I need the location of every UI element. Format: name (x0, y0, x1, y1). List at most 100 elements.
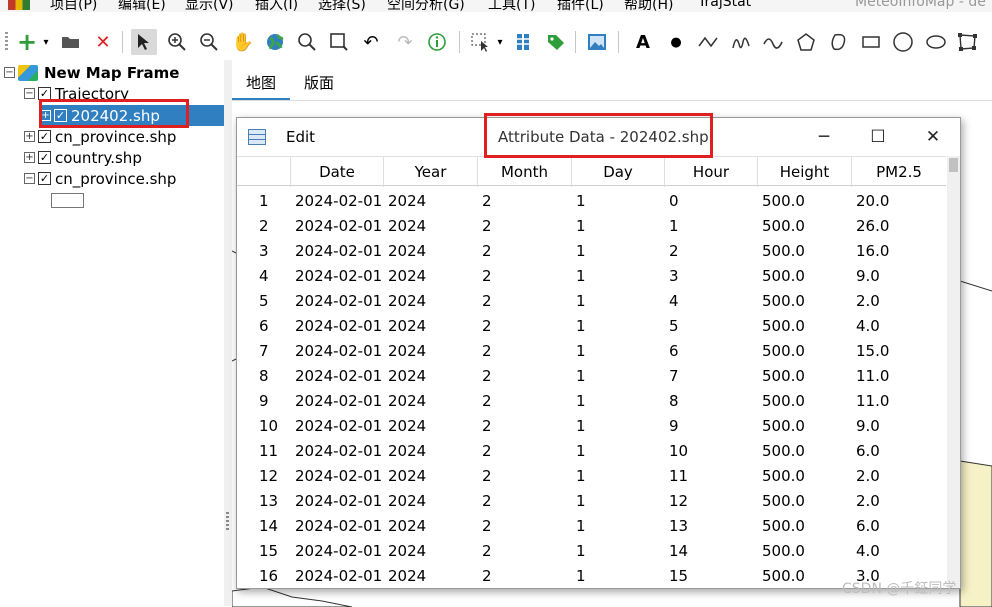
table-cell[interactable]: 2.0 (852, 492, 946, 510)
table-row[interactable]: 14 2024-02-01 2024 2 1 13 500.0 6.0 (237, 513, 946, 538)
table-row[interactable]: 10 2024-02-01 2024 2 1 9 500.0 9.0 (237, 413, 946, 438)
column-header[interactable]: Date (291, 157, 384, 187)
table-cell[interactable]: 500.0 (758, 217, 852, 235)
map-frame-node[interactable]: − New Map Frame (4, 62, 179, 83)
pan-hand-icon[interactable]: ✋ (230, 29, 256, 55)
table-cell[interactable]: 1 (572, 517, 665, 535)
table-cell[interactable]: 1 (572, 567, 665, 585)
ellipse-tool-icon[interactable] (923, 29, 949, 55)
table-cell[interactable]: 11.0 (852, 367, 946, 385)
layer-group-trajectory[interactable]: − ✓ Trajectory (24, 83, 129, 104)
table-cell[interactable]: 2024 (384, 442, 478, 460)
table-cell[interactable]: 2024-02-01 (291, 442, 384, 460)
table-cell[interactable]: 4.0 (852, 317, 946, 335)
table-cell[interactable]: 1 (572, 467, 665, 485)
table-cell[interactable]: 9.0 (852, 267, 946, 285)
table-cell[interactable]: 1 (572, 242, 665, 260)
table-cell[interactable]: 1 (572, 542, 665, 560)
table-row[interactable]: 3 2024-02-01 2024 2 1 2 500.0 16.0 (237, 238, 946, 263)
table-cell[interactable]: 2024-02-01 (291, 267, 384, 285)
table-row[interactable]: 12 2024-02-01 2024 2 1 11 500.0 2.0 (237, 463, 946, 488)
circle-tool-icon[interactable] (890, 29, 916, 55)
table-cell[interactable]: 2 (478, 417, 572, 435)
table-cell[interactable]: 7 (665, 367, 758, 385)
table-cell[interactable]: 2024 (384, 192, 478, 210)
table-cell[interactable]: 14 (665, 542, 758, 560)
table-cell[interactable]: 6.0 (852, 517, 946, 535)
table-cell[interactable]: 2024-02-01 (291, 417, 384, 435)
table-cell[interactable]: 2024-02-01 (291, 217, 384, 235)
zoom-out-icon[interactable] (196, 29, 222, 55)
table-cell[interactable]: 2024 (384, 317, 478, 335)
table-cell[interactable]: 2024 (384, 467, 478, 485)
menu-insert[interactable]: 插入(I) (255, 0, 298, 12)
table-row[interactable]: 1 2024-02-01 2024 2 1 0 500.0 20.0 (237, 188, 946, 213)
table-cell[interactable]: 1 (572, 192, 665, 210)
expand-icon[interactable]: + (24, 131, 35, 142)
table-row[interactable]: 13 2024-02-01 2024 2 1 12 500.0 2.0 (237, 488, 946, 513)
layer-item-cn-province[interactable]: + ✓ cn_province.shp (24, 126, 176, 147)
identify-info-icon[interactable] (424, 29, 450, 55)
collapse-icon[interactable]: − (24, 173, 35, 184)
table-cell[interactable]: 2 (478, 292, 572, 310)
maximize-button[interactable]: ☐ (864, 124, 892, 150)
table-cell[interactable]: 500.0 (758, 317, 852, 335)
expand-icon[interactable]: + (40, 110, 51, 121)
zoom-in-icon[interactable] (164, 29, 190, 55)
table-cell[interactable]: 2024-02-01 (291, 367, 384, 385)
column-header[interactable]: Year (384, 157, 478, 187)
table-cell[interactable]: 4.0 (852, 542, 946, 560)
table-cell[interactable]: 15 (665, 567, 758, 585)
column-header[interactable]: Height (758, 157, 852, 187)
table-cell[interactable]: 10 (665, 442, 758, 460)
curve-polygon-tool-icon[interactable] (826, 29, 852, 55)
menu-tools[interactable]: 工具(T) (488, 0, 535, 12)
table-cell[interactable]: 1 (572, 217, 665, 235)
table-cell[interactable]: 2 (478, 192, 572, 210)
table-cell[interactable]: 2024-02-01 (291, 342, 384, 360)
attribute-data-window[interactable]: Edit Attribute Data - 202402.shp ─ ☐ ✕ D… (236, 117, 961, 589)
table-cell[interactable]: 2024 (384, 367, 478, 385)
menu-plugins[interactable]: 插件(L) (557, 0, 604, 12)
column-header[interactable]: Day (572, 157, 665, 187)
collapse-icon[interactable]: − (24, 88, 35, 99)
table-cell[interactable]: 2024 (384, 492, 478, 510)
table-cell[interactable]: 2024 (384, 392, 478, 410)
edit-vertices-icon[interactable] (955, 29, 981, 55)
table-cell[interactable]: 20.0 (852, 192, 946, 210)
table-cell[interactable]: 2024 (384, 217, 478, 235)
layer-visibility-checkbox[interactable]: ✓ (38, 172, 51, 185)
table-cell[interactable]: 2 (478, 217, 572, 235)
table-cell[interactable]: 2024-02-01 (291, 517, 384, 535)
table-cell[interactable]: 500.0 (758, 267, 852, 285)
freehand-tool-icon[interactable] (728, 29, 754, 55)
label-tag-icon[interactable] (543, 29, 569, 55)
table-cell[interactable]: 1 (665, 217, 758, 235)
table-cell[interactable]: 2024 (384, 417, 478, 435)
table-cell[interactable]: 1 (572, 392, 665, 410)
table-cell[interactable]: 2024 (384, 342, 478, 360)
column-header[interactable] (237, 157, 291, 187)
window-titlebar[interactable]: Edit Attribute Data - 202402.shp ─ ☐ ✕ (237, 118, 960, 156)
layer-visibility-checkbox[interactable]: ✓ (38, 130, 51, 143)
scrollbar-thumb[interactable] (949, 158, 958, 172)
table-cell[interactable]: 2024-02-01 (291, 192, 384, 210)
redo-icon[interactable]: ↷ (392, 29, 418, 55)
full-extent-globe-icon[interactable] (262, 29, 288, 55)
table-cell[interactable]: 1 (572, 342, 665, 360)
table-cell[interactable]: 2024-02-01 (291, 542, 384, 560)
table-cell[interactable]: 2 (478, 267, 572, 285)
open-folder-icon[interactable] (58, 29, 84, 55)
layer-visibility-checkbox[interactable]: ✓ (38, 87, 51, 100)
remove-layer-icon[interactable]: ✕ (90, 29, 116, 55)
select-arrow-icon[interactable] (131, 29, 157, 55)
tab-layout[interactable]: 版面 (304, 72, 334, 93)
table-cell[interactable]: 500.0 (758, 542, 852, 560)
add-layer-dropdown-icon[interactable]: ▾ (33, 29, 59, 55)
layer-item-cn-province-2[interactable]: − ✓ cn_province.shp (24, 168, 176, 189)
table-cell[interactable]: 5 (665, 317, 758, 335)
table-cell[interactable]: 1 (572, 317, 665, 335)
table-cell[interactable]: 500.0 (758, 492, 852, 510)
point-tool-icon[interactable]: ● (663, 29, 689, 55)
menu-trajstat[interactable]: TrajStat (698, 0, 751, 10)
